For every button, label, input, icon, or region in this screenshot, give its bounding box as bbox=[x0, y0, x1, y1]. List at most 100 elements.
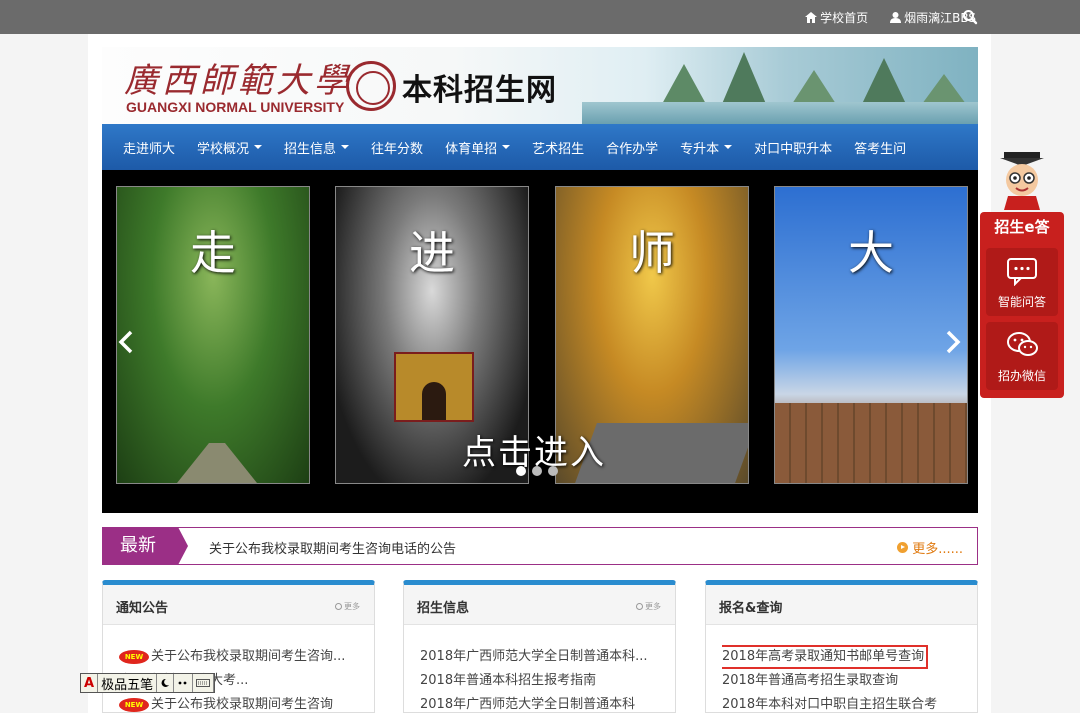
wall-shape bbox=[775, 403, 967, 483]
university-seal-logo bbox=[346, 61, 396, 111]
smart-qa-label: 智能问答 bbox=[997, 295, 1046, 309]
half-width-moon-icon[interactable] bbox=[157, 674, 175, 692]
list-item-text: 2018年广西师范大学全日制普通本科... bbox=[420, 649, 648, 664]
list-item[interactable]: 2018年普通高考招生录取查询 bbox=[722, 669, 977, 693]
top-links: 学校首页 烟雨漓江BBS bbox=[805, 0, 976, 34]
nav-item-label: 对口中职升本 bbox=[754, 141, 833, 157]
slider-dot[interactable] bbox=[548, 466, 558, 476]
wechat-label: 招办微信 bbox=[997, 369, 1046, 383]
nav-item[interactable]: 学校概况 bbox=[186, 138, 273, 157]
banner-mountain bbox=[662, 64, 706, 104]
slide-panel[interactable]: 走 bbox=[116, 186, 310, 484]
list-item[interactable]: NEW 关于公布我校录取期间考生咨询 bbox=[119, 693, 374, 712]
home-link-label: 学校首页 bbox=[820, 10, 869, 25]
list-item[interactable]: 2018年本科对口中职自主招生联合考 bbox=[722, 693, 977, 712]
slide-caption: 走 bbox=[190, 226, 236, 280]
ime-name[interactable]: 极品五笔 bbox=[98, 674, 158, 693]
more-icon bbox=[636, 603, 643, 610]
slider-prev-arrow-icon[interactable] bbox=[118, 330, 134, 354]
box-header: 招生信息 更多 bbox=[404, 585, 675, 625]
wechat-button[interactable]: 招办微信 bbox=[986, 322, 1058, 390]
banner-mountain bbox=[722, 52, 766, 104]
list-item-text: 2018年普通高考招生录取查询 bbox=[722, 673, 899, 688]
smart-qa-button[interactable]: 智能问答 bbox=[986, 248, 1058, 316]
photo-slider: 走 进 师 大 点击进入 bbox=[102, 170, 978, 513]
list-item[interactable]: 2018年广西师范大学全日制普通本科... bbox=[420, 645, 675, 669]
caret-down-icon bbox=[341, 145, 350, 149]
latest-news-bar: 最新 关于公布我校录取期间考生咨询电话的公告 更多...... bbox=[102, 527, 978, 565]
box-more-link[interactable]: 更多 bbox=[335, 601, 360, 612]
list-item-text: 关于公布我校录取期间考生咨询... bbox=[151, 649, 346, 664]
gate-shape bbox=[394, 352, 474, 422]
slide-panel[interactable]: 大 bbox=[774, 186, 968, 484]
list-item[interactable]: 2018年普通本科招生报考指南 bbox=[420, 669, 675, 693]
list-item-text: 2018年普通本科招生报考指南 bbox=[420, 673, 597, 688]
nav-item-label: 答考生问 bbox=[854, 141, 907, 157]
nav-item-label: 走进师大 bbox=[123, 141, 176, 157]
registration-query-box: 报名&查询 2018年高考录取通知书邮单号查询 2018年普通高考招生录取查询 20… bbox=[705, 580, 978, 713]
nav-item[interactable]: 往年分数 bbox=[360, 138, 434, 157]
widget-body: 智能问答 招办微信 bbox=[980, 242, 1064, 398]
box-list: 2018年广西师范大学全日制普通本科... 2018年普通本科招生报考指南 2018… bbox=[404, 625, 675, 712]
punctuation-icon[interactable] bbox=[174, 674, 194, 692]
box-title: 招生信息 bbox=[417, 601, 470, 616]
box-more-link[interactable]: 更多 bbox=[636, 601, 661, 612]
home-icon bbox=[805, 11, 818, 23]
admission-assistant-widget: 招生e答 智能问答 招办微信 bbox=[980, 150, 1064, 398]
cartoon-mascot-icon[interactable] bbox=[994, 150, 1050, 210]
new-badge-icon: NEW bbox=[119, 698, 149, 712]
latest-tag: 最新 bbox=[102, 527, 188, 565]
slide-caption: 进 bbox=[409, 226, 455, 280]
slider-dot[interactable] bbox=[532, 466, 542, 476]
main-nav: 走进师大 学校概况 招生信息 往年分数 体育单招 艺术招生 合作办学 专升本 对口中职升本 答考生… bbox=[102, 124, 978, 170]
university-calligraphy-logo: 廣西師範大學 bbox=[124, 61, 352, 101]
nav-item[interactable]: 招生信息 bbox=[273, 138, 360, 157]
banner-mountain bbox=[862, 58, 906, 104]
widget-label: 招生e答 bbox=[980, 212, 1064, 242]
more-icon bbox=[335, 603, 342, 610]
site-title: 本科招生网 bbox=[402, 73, 557, 108]
slider-next-arrow-icon[interactable] bbox=[945, 330, 961, 354]
user-icon bbox=[890, 11, 902, 23]
path-shape bbox=[177, 443, 257, 483]
list-item[interactable]: 2018年高考录取通知书邮单号查询 bbox=[722, 645, 977, 669]
box-more-label: 更多 bbox=[344, 602, 360, 611]
nav-item[interactable]: 艺术招生 bbox=[521, 138, 595, 157]
list-item-text: 关于公布我校录取期间考生咨询 bbox=[151, 697, 334, 712]
admission-info-box: 招生信息 更多 2018年广西师范大学全日制普通本科... 2018年普通本科招生… bbox=[403, 580, 676, 713]
banner-river bbox=[582, 102, 978, 124]
latest-more-link[interactable]: 更多...... bbox=[897, 538, 963, 557]
box-title: 报名&查询 bbox=[719, 601, 783, 616]
nav-item-label: 学校概况 bbox=[197, 141, 250, 157]
home-link[interactable]: 学校首页 bbox=[805, 9, 868, 26]
nav-item[interactable]: 对口中职升本 bbox=[743, 138, 843, 157]
box-title: 通知公告 bbox=[116, 601, 169, 616]
nav-item[interactable]: 走进师大 bbox=[112, 138, 186, 157]
list-item-text: 2018年本科对口中职自主招生联合考 bbox=[722, 697, 938, 712]
caret-down-icon bbox=[254, 145, 263, 149]
nav-item[interactable]: 专升本 bbox=[669, 138, 743, 157]
slide-caption: 师 bbox=[629, 226, 675, 280]
slide-caption: 大 bbox=[848, 226, 894, 280]
play-icon bbox=[897, 542, 909, 553]
list-item[interactable]: NEW 关于公布我校录取期间考生咨询... bbox=[119, 645, 374, 669]
chat-bubble-icon bbox=[1007, 258, 1037, 286]
wechat-icon bbox=[1007, 332, 1038, 356]
ime-mode-toggle[interactable]: A bbox=[81, 674, 99, 692]
notice-box: 通知公告 更多 NEW关于公布我校录取期间考生咨询...生考试院提醒广大考...… bbox=[102, 580, 375, 713]
search-icon[interactable] bbox=[962, 9, 978, 25]
latest-headline[interactable]: 关于公布我校录取期间考生咨询电话的公告 bbox=[209, 538, 456, 557]
caret-down-icon bbox=[724, 145, 733, 149]
list-item[interactable]: 2018年广西师范大学全日制普通本科 bbox=[420, 693, 675, 712]
nav-item-label: 招生信息 bbox=[284, 141, 337, 157]
box-more-label: 更多 bbox=[645, 602, 661, 611]
nav-item[interactable]: 合作办学 bbox=[595, 138, 669, 157]
nav-item[interactable]: 体育单招 bbox=[434, 138, 521, 157]
latest-more-label: 更多...... bbox=[912, 542, 963, 557]
banner-mountain bbox=[922, 74, 966, 104]
slider-dot[interactable] bbox=[516, 466, 526, 476]
keyboard-icon[interactable] bbox=[193, 674, 215, 692]
ime-toolbar: A 极品五笔 bbox=[80, 673, 216, 693]
nav-item[interactable]: 答考生问 bbox=[843, 138, 917, 157]
box-list: 2018年高考录取通知书邮单号查询 2018年普通高考招生录取查询 2018年本科对… bbox=[706, 625, 977, 712]
